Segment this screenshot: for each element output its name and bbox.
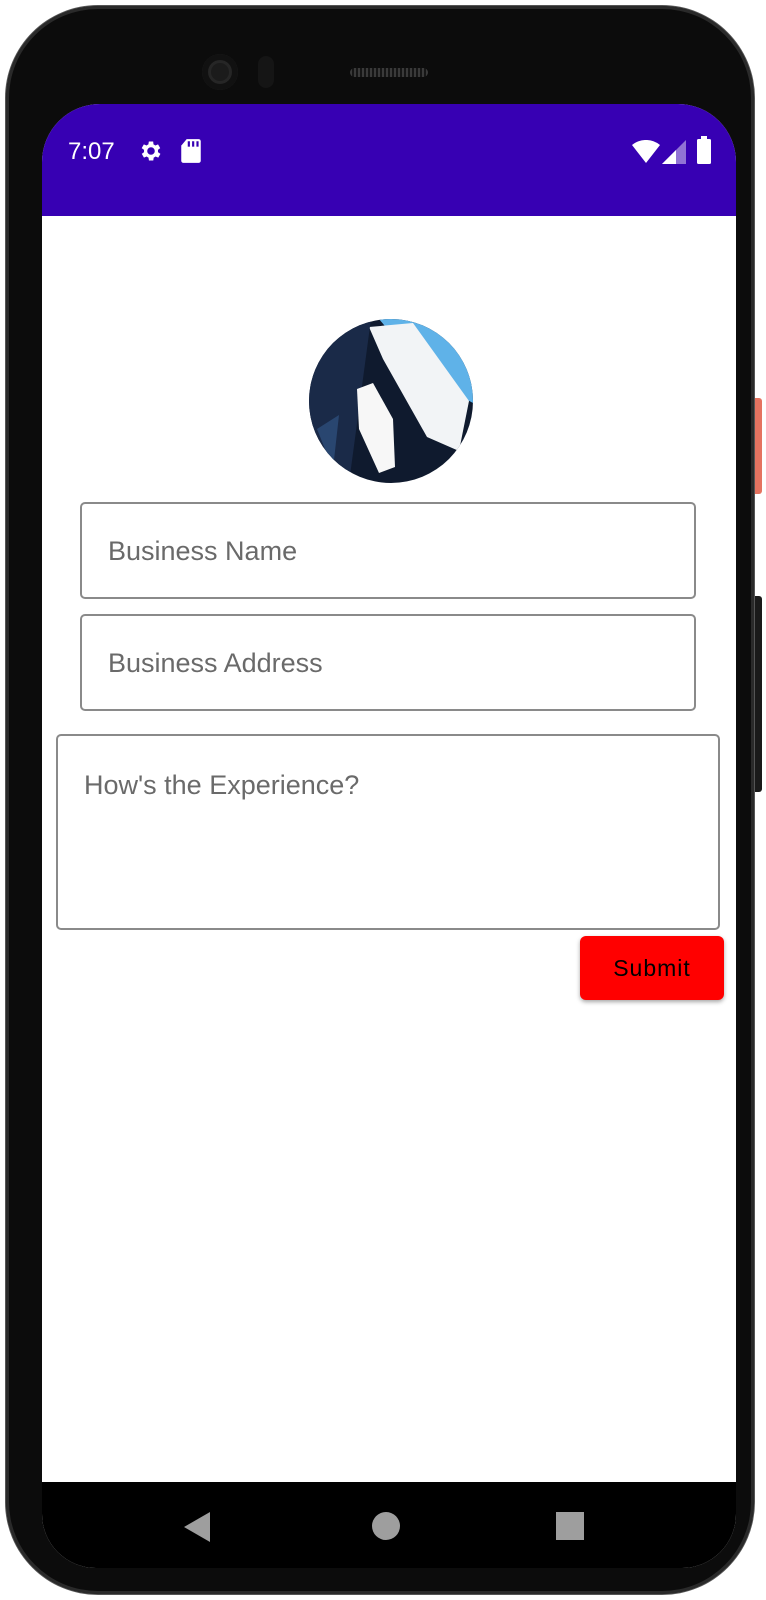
back-icon[interactable] <box>182 1510 212 1544</box>
navigation-bar <box>42 1482 736 1568</box>
earpiece-speaker <box>350 68 428 77</box>
status-bar: 7:07 <box>42 104 736 216</box>
battery-icon <box>697 136 711 164</box>
wifi-icon <box>632 140 660 163</box>
business-address-field[interactable]: Business Address <box>80 614 696 711</box>
sd-card-icon <box>181 139 201 163</box>
home-icon[interactable] <box>372 1512 400 1540</box>
power-button <box>755 398 762 494</box>
status-time: 7:07 <box>68 138 115 165</box>
business-name-field[interactable]: Business Name <box>80 502 696 599</box>
experience-field[interactable]: How's the Experience? <box>56 734 720 930</box>
front-camera <box>202 54 238 90</box>
proximity-sensor <box>258 56 274 88</box>
phone-frame: 7:07 Business Name Business Address How'… <box>6 6 754 1594</box>
signal-icon <box>662 140 686 164</box>
submit-button[interactable]: Submit <box>580 936 724 1000</box>
volume-button <box>755 596 762 792</box>
screen: 7:07 Business Name Business Address How'… <box>42 104 736 1568</box>
profile-image <box>309 319 473 483</box>
business-name-placeholder: Business Name <box>108 536 298 566</box>
recents-icon[interactable] <box>556 1512 584 1540</box>
business-address-placeholder: Business Address <box>108 648 323 678</box>
gear-icon <box>141 141 161 161</box>
experience-placeholder: How's the Experience? <box>84 770 360 800</box>
